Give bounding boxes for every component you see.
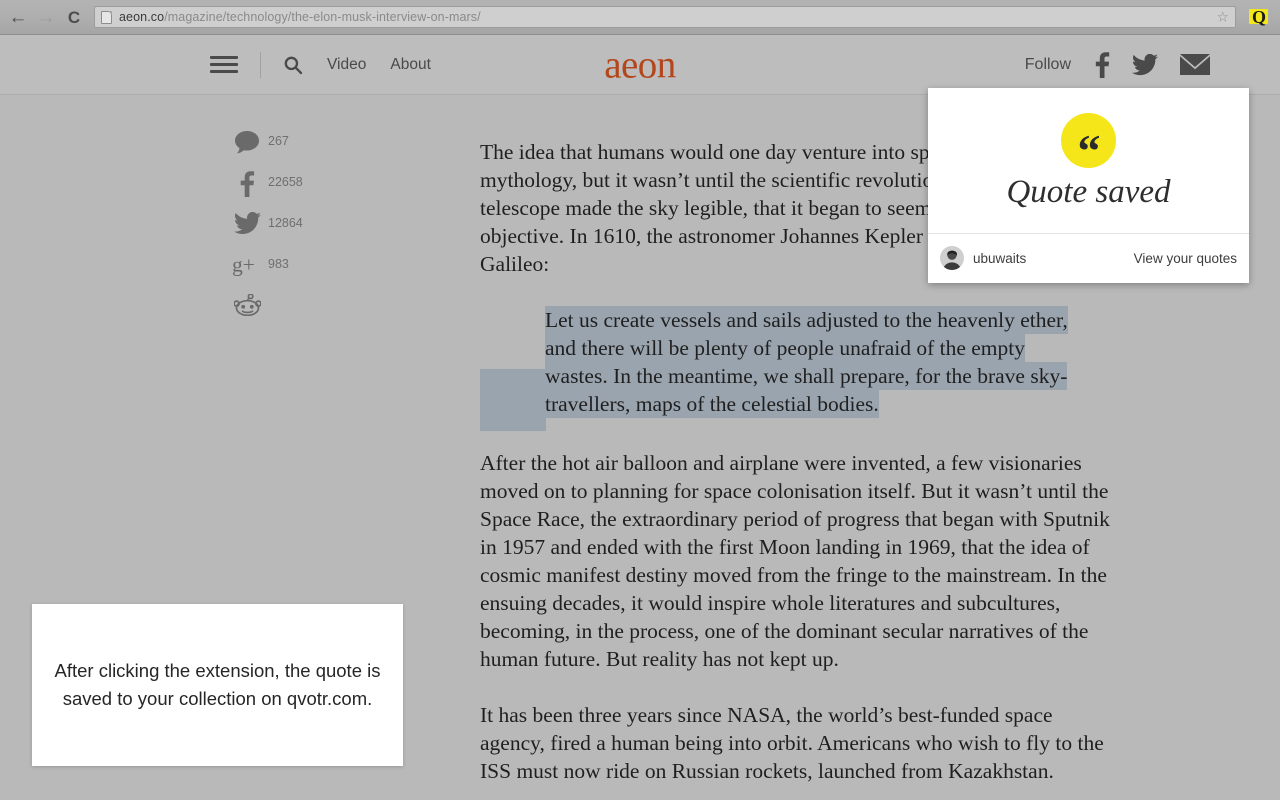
reddit-icon — [232, 294, 262, 316]
svg-text:g+: g+ — [232, 253, 255, 277]
nav-item-about[interactable]: About — [390, 56, 431, 74]
hamburger-menu-icon[interactable] — [210, 56, 238, 73]
instruction-callout: After clicking the extension, the quote … — [32, 604, 403, 766]
view-your-quotes-link[interactable]: View your quotes — [1134, 251, 1237, 266]
share-item-googleplus[interactable]: g+ 983 — [232, 253, 303, 294]
share-rail: 267 22658 12864 g+ 983 — [232, 130, 303, 335]
reload-icon[interactable]: C — [60, 3, 88, 31]
comment-icon — [232, 130, 262, 154]
share-item-facebook[interactable]: 22658 — [232, 171, 303, 212]
share-item-comments[interactable]: 267 — [232, 130, 303, 171]
url-path: /magazine/technology/the-elon-musk-inter… — [164, 10, 481, 24]
quote-mark-icon: “ — [1061, 112, 1116, 174]
extension-popup: “ Quote saved ubuwaits View your quotes — [928, 88, 1249, 283]
search-icon[interactable] — [283, 55, 303, 75]
selection-gutter — [480, 369, 546, 431]
blockquote-line: wastes. In the meantime, we shall prepar… — [545, 362, 1068, 390]
follow-group: Follow — [1024, 51, 1210, 78]
popup-username: ubuwaits — [973, 250, 1027, 266]
follow-label: Follow — [1024, 55, 1071, 73]
blockquote-line: and there will be plenty of people unafr… — [545, 334, 1026, 362]
share-count-comments: 267 — [268, 134, 289, 148]
share-count-facebook: 22658 — [268, 175, 303, 189]
popup-body: “ Quote saved — [928, 88, 1249, 234]
header-divider — [260, 51, 261, 78]
url-host: aeon.co — [119, 10, 165, 24]
share-item-twitter[interactable]: 12864 — [232, 212, 303, 253]
screen: ← → C aeon.co/magazine/technology/the-el… — [0, 0, 1280, 800]
quote-mark-glyph: “ — [1077, 125, 1101, 176]
url-text: aeon.co/magazine/technology/the-elon-mus… — [119, 10, 481, 24]
blockquote-line: travellers, maps of the celestial bodies… — [545, 390, 879, 418]
page-document-icon — [101, 10, 112, 24]
share-item-reddit[interactable] — [232, 294, 303, 335]
article-paragraph-2: After the hot air balloon and airplane w… — [480, 451, 1110, 671]
star-icon[interactable]: ☆ — [1216, 9, 1229, 26]
callout-text: After clicking the extension, the quote … — [54, 660, 381, 709]
twitter-icon[interactable] — [1132, 53, 1158, 76]
blockquote-line: Let us create vessels and sails adjusted… — [545, 306, 1068, 334]
facebook-icon[interactable] — [1093, 51, 1110, 78]
share-count-googleplus: 983 — [268, 257, 289, 271]
site-header: Video About aeon Follow — [0, 35, 1280, 95]
share-count-twitter: 12864 — [268, 216, 303, 230]
popup-user[interactable]: ubuwaits — [940, 246, 1026, 270]
address-bar[interactable]: aeon.co/magazine/technology/the-elon-mus… — [94, 6, 1236, 28]
avatar — [940, 246, 964, 270]
popup-footer: ubuwaits View your quotes — [928, 234, 1249, 282]
popup-title: Quote saved — [1006, 173, 1171, 210]
email-icon[interactable] — [1180, 54, 1210, 75]
article-paragraph-3: It has been three years since NASA, the … — [480, 703, 1104, 783]
back-arrow-icon[interactable]: ← — [4, 3, 32, 31]
facebook-icon — [232, 171, 262, 197]
nav-item-video[interactable]: Video — [327, 56, 366, 74]
googleplus-icon: g+ — [232, 253, 262, 277]
browser-toolbar: ← → C aeon.co/magazine/technology/the-el… — [0, 0, 1280, 35]
article-blockquote: Let us create vessels and sails adjusted… — [480, 306, 1110, 418]
forward-arrow-icon: → — [36, 6, 56, 28]
qvotr-extension-icon[interactable]: Q — [1244, 3, 1274, 31]
header-left-nav: Video About — [210, 51, 431, 78]
twitter-icon — [232, 212, 262, 235]
extension-label: Q — [1251, 7, 1266, 27]
navigation-buttons: ← → C — [0, 3, 88, 31]
